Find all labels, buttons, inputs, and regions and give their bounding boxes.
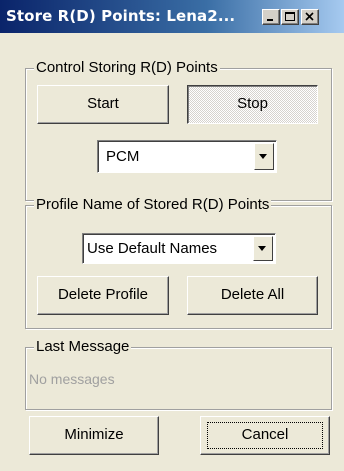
close-icon <box>305 12 314 21</box>
delete-profile-button-label: Delete Profile <box>57 286 149 303</box>
stop-button[interactable]: Stop <box>187 85 318 124</box>
format-select[interactable]: PCM <box>97 140 277 173</box>
close-window-button[interactable] <box>301 9 319 25</box>
delete-profile-button[interactable]: Delete Profile <box>37 276 169 315</box>
profile-name-group-label: Profile Name of Stored R(D) Points <box>34 196 272 214</box>
chevron-down-icon <box>259 153 267 159</box>
minimize-icon <box>267 19 273 21</box>
cancel-button[interactable]: Cancel <box>200 416 330 455</box>
maximize-window-button[interactable] <box>281 9 299 25</box>
chevron-down-icon <box>258 245 266 251</box>
title-bar[interactable]: Store R(D) Points: Lena2... <box>0 0 344 33</box>
format-select-value: PCM <box>106 148 140 165</box>
profile-naming-select[interactable]: Use Default Names <box>82 233 276 264</box>
cancel-button-label: Cancel <box>241 426 289 443</box>
stop-button-label: Stop <box>237 95 268 112</box>
start-button[interactable]: Start <box>37 85 169 124</box>
profile-naming-dropdown-button[interactable] <box>253 236 273 261</box>
minimize-window-button[interactable] <box>262 9 280 25</box>
delete-all-button-label: Delete All <box>220 286 285 303</box>
minimize-button-label: Minimize <box>64 426 124 443</box>
start-button-label: Start <box>87 95 119 112</box>
maximize-icon <box>285 12 295 21</box>
last-message-group-label: Last Message <box>34 338 132 356</box>
delete-all-button[interactable]: Delete All <box>187 276 318 315</box>
profile-naming-select-value: Use Default Names <box>87 240 218 257</box>
window-title: Store R(D) Points: Lena2... <box>6 7 236 25</box>
format-select-dropdown-button[interactable] <box>254 143 274 170</box>
control-storing-group-label: Control Storing R(D) Points <box>34 59 220 77</box>
last-message-text: No messages <box>29 371 115 387</box>
minimize-button[interactable]: Minimize <box>29 416 159 455</box>
